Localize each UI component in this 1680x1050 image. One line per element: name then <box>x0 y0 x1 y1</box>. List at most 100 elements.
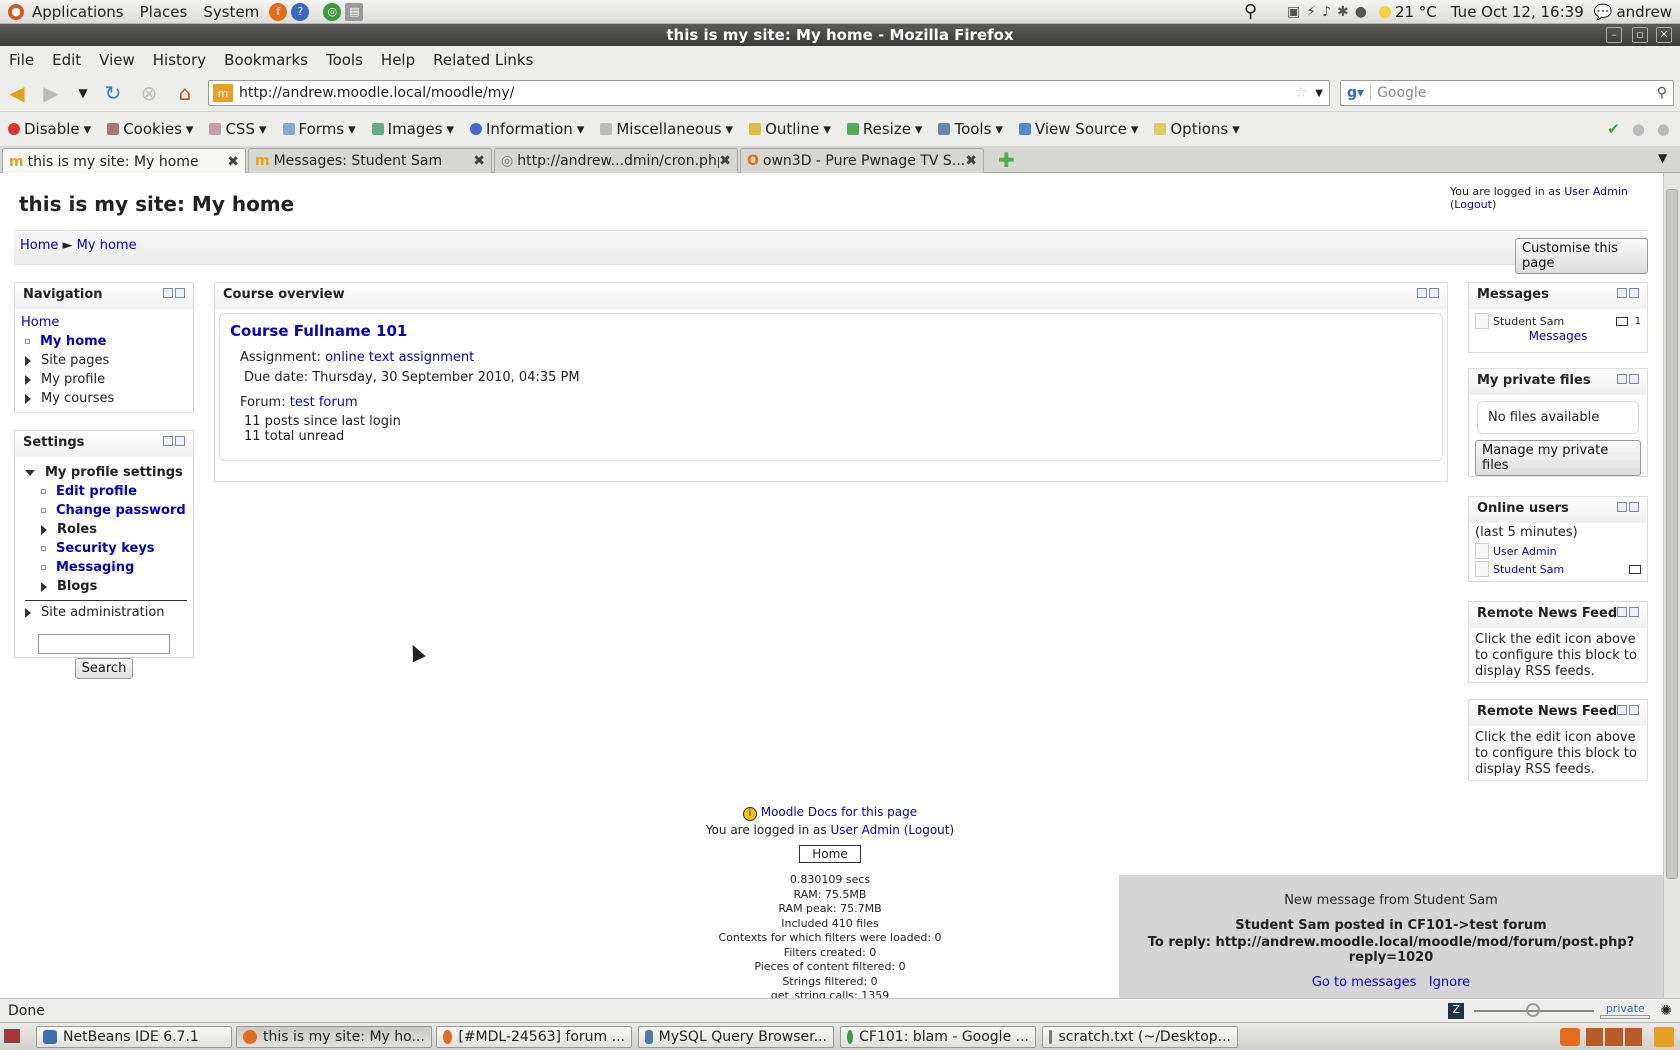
taskbar-mysql-browser[interactable]: MySQL Query Browser... <box>638 1026 834 1048</box>
envelope-icon[interactable] <box>1615 316 1628 326</box>
menu-help[interactable]: Help <box>372 51 424 69</box>
workspace-switcher[interactable] <box>1586 1028 1642 1046</box>
close-window-button[interactable]: ✕ <box>1656 27 1672 43</box>
chrome-launcher-icon[interactable]: ◎ <box>323 2 342 21</box>
menu-file[interactable]: File <box>0 51 43 69</box>
close-tab-icon[interactable]: ✖ <box>965 153 977 169</box>
close-tab-icon[interactable]: ✖ <box>719 153 731 169</box>
customise-page-button[interactable]: Customise this page <box>1515 238 1648 274</box>
search-input[interactable]: Google <box>1370 85 1657 101</box>
wd-tools[interactable]: Tools ▾ <box>930 120 1010 138</box>
go-to-messages-link[interactable]: Go to messages <box>1312 975 1417 990</box>
menu-edit[interactable]: Edit <box>43 51 90 69</box>
forward-button[interactable]: ▶ <box>38 80 64 106</box>
block-controls[interactable] <box>163 288 185 298</box>
menu-related-links[interactable]: Related Links <box>424 51 542 69</box>
wd-options[interactable]: Options ▾ <box>1146 120 1247 138</box>
taskbar-firefox-mdl[interactable]: [#MDL-24563] forum ... <box>436 1026 632 1048</box>
block-controls[interactable] <box>1417 288 1439 298</box>
envelope-icon[interactable] <box>1629 564 1641 574</box>
forum-link[interactable]: test forum <box>290 395 358 410</box>
user-menu[interactable]: andrew <box>1616 3 1672 21</box>
firefox-launcher-icon[interactable]: f <box>269 2 288 21</box>
change-password-link[interactable]: Change password <box>56 503 186 518</box>
footer-user-link[interactable]: User Admin <box>830 823 899 837</box>
block-controls[interactable] <box>1617 288 1639 298</box>
applications-menu[interactable]: Applications <box>32 3 132 21</box>
taskbar-netbeans[interactable]: NetBeans IDE 6.7.1 <box>36 1026 232 1048</box>
tab-my-home[interactable]: m this is my site: My home ✖ <box>2 148 246 174</box>
moodle-docs-link[interactable]: Moodle Docs for this page <box>761 805 917 819</box>
history-dropdown-icon[interactable]: ▼ <box>70 80 96 106</box>
nav-my-profile[interactable]: My profile <box>41 372 105 387</box>
wd-information[interactable]: Information ▾ <box>462 120 592 138</box>
taskbar-chrome[interactable]: CF101: blam - Google ... <box>840 1026 1036 1048</box>
block-controls[interactable] <box>1617 502 1639 512</box>
manage-private-files-button[interactable]: Manage my private files <box>1475 440 1641 476</box>
ubuntu-logo-icon[interactable]: ● <box>0 3 32 20</box>
block-controls[interactable] <box>1617 705 1639 715</box>
search-icon[interactable]: ⚲ <box>1244 1 1257 22</box>
url-dropdown-icon[interactable]: ▼ <box>1315 88 1323 99</box>
wd-disable[interactable]: Disable ▾ <box>0 120 99 138</box>
temperature[interactable]: 21 °C <box>1395 3 1437 21</box>
settings-search-button[interactable]: Search <box>74 658 134 679</box>
reload-button[interactable]: ↻ <box>100 80 126 106</box>
messaging-link[interactable]: Messaging <box>56 560 134 575</box>
nav-my-courses[interactable]: My courses <box>41 391 114 406</box>
course-title-link[interactable]: Course Fullname 101 <box>230 322 1432 340</box>
message-sender[interactable]: Student Sam <box>1493 315 1564 328</box>
places-menu[interactable]: Places <box>132 3 196 21</box>
menu-tools[interactable]: Tools <box>317 51 372 69</box>
home-button[interactable]: ⌂ <box>172 80 198 106</box>
nav-site-pages[interactable]: Site pages <box>41 353 109 368</box>
wd-images[interactable]: Images ▾ <box>364 120 462 138</box>
maximize-button[interactable]: ▫ <box>1632 27 1648 43</box>
menu-bookmarks[interactable]: Bookmarks <box>215 51 317 69</box>
addon-icon[interactable]: Z <box>1448 1002 1465 1019</box>
tab-own3d[interactable]: O own3D - Pure Pwnage TV S... ✖ <box>740 148 984 173</box>
search-bar[interactable]: g▾ Google ⚲ <box>1340 80 1674 106</box>
trash-icon[interactable] <box>1654 1027 1674 1047</box>
scrollbar-thumb[interactable] <box>1666 189 1678 879</box>
zoom-slider[interactable] <box>1474 1002 1595 1017</box>
menu-view[interactable]: View <box>90 51 144 69</box>
help-launcher-icon[interactable]: ? <box>291 2 310 21</box>
footer-logout-link[interactable]: Logout <box>908 823 949 837</box>
collapse-icon[interactable] <box>25 469 35 476</box>
breadcrumb-my-home[interactable]: My home <box>77 238 137 253</box>
close-tab-icon[interactable]: ✖ <box>227 154 239 170</box>
minimize-button[interactable]: – <box>1606 27 1622 43</box>
block-controls[interactable] <box>1617 607 1639 617</box>
stop-button[interactable]: ⊗ <box>136 80 162 106</box>
online-user-admin[interactable]: User Admin <box>1493 545 1557 558</box>
online-user-student[interactable]: Student Sam <box>1493 563 1564 576</box>
close-tab-icon[interactable]: ✖ <box>473 153 485 169</box>
wd-css[interactable]: CSS ▾ <box>201 120 274 138</box>
breadcrumb-home[interactable]: Home <box>20 238 58 253</box>
assignment-link[interactable]: online text assignment <box>325 350 474 365</box>
taskbar-firefox-my-home[interactable]: this is my site: My ho... <box>236 1026 432 1048</box>
show-desktop-icon[interactable] <box>4 1029 20 1043</box>
ignore-link[interactable]: Ignore <box>1429 975 1470 990</box>
status-dot-icon[interactable]: ● <box>1632 120 1645 138</box>
wd-forms[interactable]: Forms ▾ <box>275 120 364 138</box>
wd-cookies[interactable]: Cookies ▾ <box>99 120 201 138</box>
printer-launcher-icon[interactable]: ▤ <box>345 2 364 21</box>
site-administration[interactable]: Site administration <box>41 605 165 620</box>
expand-icon[interactable] <box>25 393 31 404</box>
expand-icon[interactable] <box>25 374 31 385</box>
expand-icon[interactable] <box>25 355 31 366</box>
profile-settings[interactable]: My profile settings <box>45 465 183 480</box>
bookmark-star-icon[interactable]: ☆ <box>1295 85 1308 101</box>
roles-item[interactable]: Roles <box>57 522 97 537</box>
header-user-link[interactable]: User Admin <box>1564 185 1628 198</box>
wd-view-source[interactable]: View Source ▾ <box>1011 120 1146 138</box>
system-menu[interactable]: System <box>195 3 267 21</box>
header-logout-link[interactable]: Logout <box>1454 198 1492 211</box>
menu-history[interactable]: History <box>144 51 215 69</box>
expand-icon[interactable] <box>41 581 47 592</box>
url-bar[interactable]: m http://andrew.moodle.local/moodle/my/ … <box>208 80 1330 106</box>
block-controls[interactable] <box>163 436 185 446</box>
expand-icon[interactable] <box>25 607 31 618</box>
